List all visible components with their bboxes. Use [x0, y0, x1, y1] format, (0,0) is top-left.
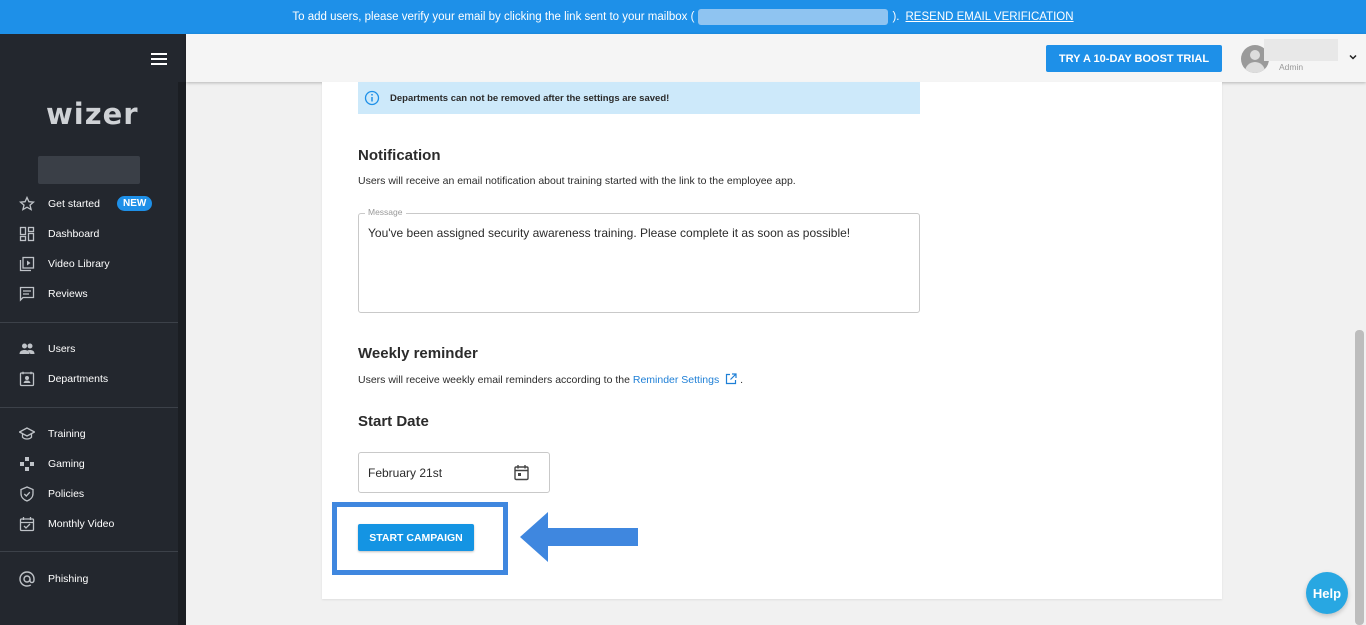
campaign-settings-card: Departments can not be removed after the…	[322, 82, 1222, 599]
star-icon	[19, 196, 35, 212]
notification-description: Users will receive an email notification…	[358, 175, 796, 187]
help-button[interactable]: Help	[1306, 572, 1348, 614]
new-badge: NEW	[117, 196, 153, 211]
training-icon	[19, 426, 35, 442]
sidebar-item-departments[interactable]: Departments	[0, 364, 178, 394]
external-link-icon[interactable]	[725, 373, 737, 388]
video-library-icon	[19, 256, 35, 272]
sidebar-item-policies[interactable]: Policies	[0, 479, 178, 509]
pointer-arrow-icon	[520, 512, 638, 562]
sidebar-item-label: Departments	[48, 373, 109, 385]
calendar-icon[interactable]	[513, 464, 530, 481]
sidebar-item-reviews[interactable]: Reviews	[0, 279, 178, 309]
sidebar-item-phishing[interactable]: Phishing	[0, 564, 178, 594]
user-role: Admin	[1279, 62, 1304, 72]
sidebar-scrollbar[interactable]	[178, 82, 186, 625]
sidebar-item-training[interactable]: Training	[0, 419, 178, 449]
sidebar-item-label: Monthly Video	[48, 518, 115, 530]
sidebar-item-label: Reviews	[48, 288, 88, 300]
organization-name	[38, 156, 140, 184]
info-text: Departments can not be removed after the…	[390, 92, 670, 104]
info-alert: Departments can not be removed after the…	[358, 82, 920, 114]
policies-icon	[19, 486, 35, 502]
weekly-reminder-description: Users will receive weekly email reminder…	[358, 373, 743, 388]
dashboard-icon	[19, 226, 35, 242]
start-date-value: February 21st	[368, 465, 443, 480]
weekly-reminder-text-end: .	[737, 374, 743, 386]
sidebar-item-label: Get started	[48, 198, 100, 210]
sidebar-item-video-library[interactable]: Video Library	[0, 249, 178, 279]
sidebar-item-monthly-video[interactable]: Monthly Video	[0, 509, 178, 539]
weekly-reminder-title: Weekly reminder	[358, 345, 478, 362]
sidebar-divider	[0, 322, 178, 323]
boost-trial-button[interactable]: TRY A 10-DAY BOOST TRIAL	[1046, 45, 1222, 72]
start-date-picker[interactable]: February 21st	[358, 452, 550, 493]
email-redacted	[698, 9, 889, 25]
message-input[interactable]: You've been assigned security awareness …	[368, 226, 908, 306]
sidebar-item-get-started[interactable]: Get started NEW	[0, 189, 178, 219]
user-name-redacted	[1264, 39, 1338, 61]
top-header: TRY A 10-DAY BOOST TRIAL Admin	[186, 34, 1366, 82]
departments-icon	[19, 371, 35, 387]
sidebar-item-dashboard[interactable]: Dashboard	[0, 219, 178, 249]
banner-text-end: ).	[892, 11, 900, 23]
sidebar-item-label: Phishing	[48, 573, 89, 585]
verification-banner: To add users, please verify your email b…	[0, 0, 1366, 34]
message-field[interactable]: Message You've been assigned security aw…	[358, 207, 920, 313]
phishing-icon	[19, 571, 35, 587]
logo: wizer	[46, 97, 139, 131]
reminder-settings-link[interactable]: Reminder Settings	[633, 374, 719, 386]
monthly-video-icon	[19, 516, 35, 532]
sidebar-item-label: Gaming	[48, 458, 85, 470]
sidebar-item-label: Video Library	[48, 258, 110, 270]
chevron-down-icon[interactable]	[1349, 52, 1357, 62]
resend-verification-link[interactable]: RESEND EMAIL VERIFICATION	[906, 11, 1074, 23]
info-icon	[364, 90, 380, 106]
sidebar-item-label: Dashboard	[48, 228, 100, 240]
sidebar-divider	[0, 407, 178, 408]
sidebar-item-label: Users	[48, 343, 76, 355]
sidebar-item-label: Policies	[48, 488, 85, 500]
notification-title: Notification	[358, 147, 441, 164]
banner-text: To add users, please verify your email b…	[292, 11, 695, 23]
start-campaign-button[interactable]: START CAMPAIGN	[358, 524, 474, 551]
reviews-icon	[19, 286, 35, 302]
weekly-reminder-text: Users will receive weekly email reminder…	[358, 374, 633, 386]
sidebar-divider	[0, 551, 178, 552]
gaming-icon	[19, 456, 35, 472]
sidebar-item-users[interactable]: Users	[0, 334, 178, 364]
menu-icon[interactable]	[151, 53, 167, 65]
page-scrollbar[interactable]	[1355, 330, 1364, 625]
message-label: Message	[365, 207, 406, 217]
sidebar-item-gaming[interactable]: Gaming	[0, 449, 178, 479]
start-date-title: Start Date	[358, 413, 429, 430]
sidebar: wizer Get started NEW Dashboard Video Li…	[0, 34, 186, 625]
users-icon	[19, 341, 35, 357]
sidebar-item-label: Training	[48, 428, 86, 440]
